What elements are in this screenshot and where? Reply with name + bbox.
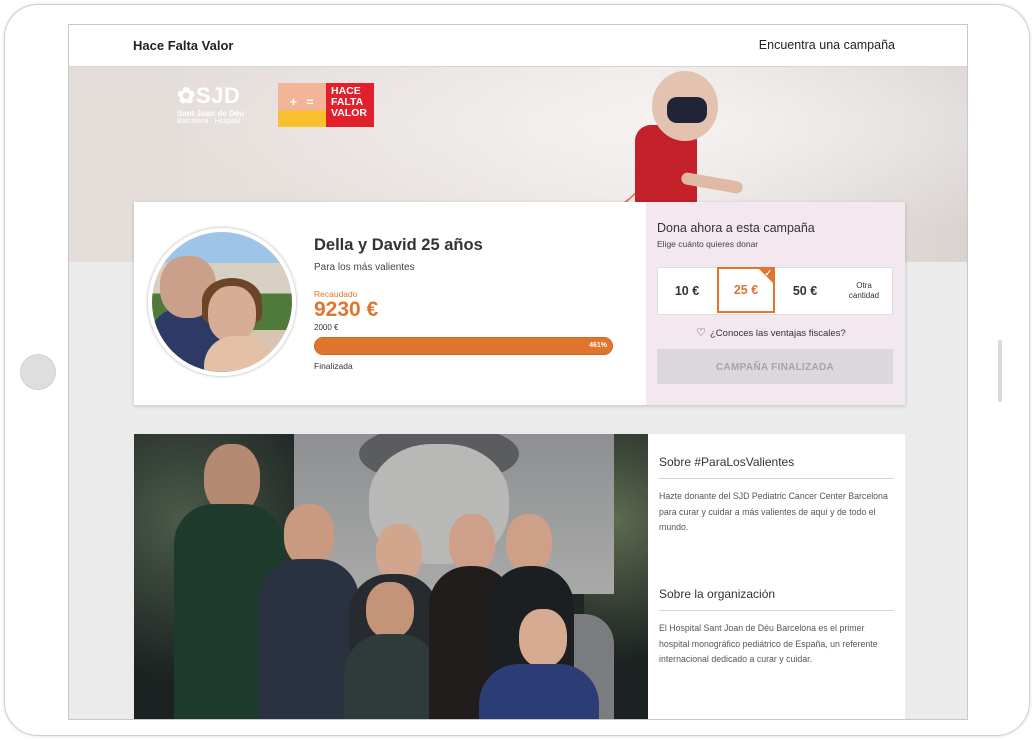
top-navigation-bar: Hace Falta Valor Encuentra una campaña [69, 25, 967, 67]
photo-person-4-face [366, 582, 414, 638]
amount-selector: 10 € 25 € ✓ 50 € Otra cantidad [657, 267, 893, 315]
avatar-person2-body [204, 336, 274, 372]
browser-screen: Hace Falta Valor Encuentra una campaña ✿… [68, 24, 968, 720]
sjd-logo-line2: Barcelona · Hospital [177, 118, 241, 125]
progress-percent: 461% [589, 342, 607, 349]
campaign-subtitle: Para los más valientes [314, 262, 415, 273]
hfv-smile-icon: + = [290, 95, 317, 109]
hfv-logo-text: HACE FALTA VALOR [331, 85, 367, 119]
photo-person-6-face [506, 514, 552, 572]
campaign-status: Finalizada [314, 361, 353, 371]
about-campaign-text: Hazte donante del SJD Pediatric Cancer C… [659, 491, 888, 532]
about-organization-text: El Hospital Sant Joan de Déu Barcelona e… [659, 623, 878, 664]
campaign-title: Della y David 25 años [314, 236, 483, 254]
about-campaign-heading: Sobre #ParaLosValientes [659, 455, 795, 469]
campaign-avatar [148, 228, 296, 376]
other-amount-line2: cantidad [848, 291, 880, 300]
donate-panel: Dona ahora a esta campaña Elige cuánto q… [646, 202, 905, 405]
about-organization-heading: Sobre la organización [659, 587, 776, 601]
campaign-card: Della y David 25 años Para los más valie… [134, 202, 905, 405]
campaign-goal: 2000 € [314, 323, 339, 332]
tablet-home-button [20, 354, 56, 390]
hfv-logo-face-panel: + = [278, 83, 326, 127]
campaign-finished-button[interactable]: CAMPAÑA FINALIZADA [657, 349, 893, 384]
donate-title: Dona ahora a esta campaña [657, 221, 815, 235]
donate-subtitle: Elige cuánto quieres donar [657, 239, 759, 249]
amount-option-25-label: 25 € [733, 283, 759, 297]
sjd-logo-line1: Sant Joan de Déu [177, 109, 245, 118]
hand-heart-icon: ♡ [696, 327, 706, 339]
hero-child-mask [667, 97, 707, 123]
campaign-family-photo [134, 434, 648, 719]
photo-person-4-body [344, 634, 439, 719]
amount-option-25[interactable]: 25 € ✓ [717, 267, 775, 313]
photo-person-7-body [479, 664, 599, 719]
other-amount-line1: Otra [856, 281, 872, 290]
tablet-side-button [998, 340, 1002, 402]
progress-bar: 461% [314, 337, 613, 355]
hace-falta-valor-logo: + = HACE FALTA VALOR [278, 83, 374, 127]
site-brand-link[interactable]: Hace Falta Valor [133, 38, 233, 53]
hfv-logo-text-panel: HACE FALTA VALOR [326, 83, 374, 127]
about-organization-divider [659, 610, 894, 611]
sjd-logo: ✿SJD Sant Joan de Déu Barcelona · Hospit… [177, 83, 244, 126]
fiscal-benefits-link[interactable]: ♡ ¿Conoces las ventajas fiscales? [694, 326, 846, 339]
photo-person-7-face [519, 609, 567, 667]
raised-amount: 9230 € [314, 298, 379, 321]
sjd-logo-icon: ✿ [177, 83, 196, 108]
about-campaign-divider [659, 478, 894, 479]
fiscal-benefits-text: ¿Conoces las ventajas fiscales? [710, 328, 846, 339]
about-panel: Sobre #ParaLosValientes Hazte donante de… [648, 434, 905, 719]
photo-person-2-face [284, 504, 334, 566]
photo-person-5-face [449, 514, 495, 572]
amount-option-10[interactable]: 10 € [658, 268, 716, 314]
amount-option-50[interactable]: 50 € [776, 268, 834, 314]
check-icon: ✓ [764, 268, 772, 278]
amount-option-other[interactable]: Otra cantidad [835, 268, 893, 314]
find-campaign-link[interactable]: Encuentra una campaña [759, 38, 895, 52]
sjd-logo-mark: SJD [195, 83, 241, 108]
avatar-person2-face [208, 286, 256, 342]
